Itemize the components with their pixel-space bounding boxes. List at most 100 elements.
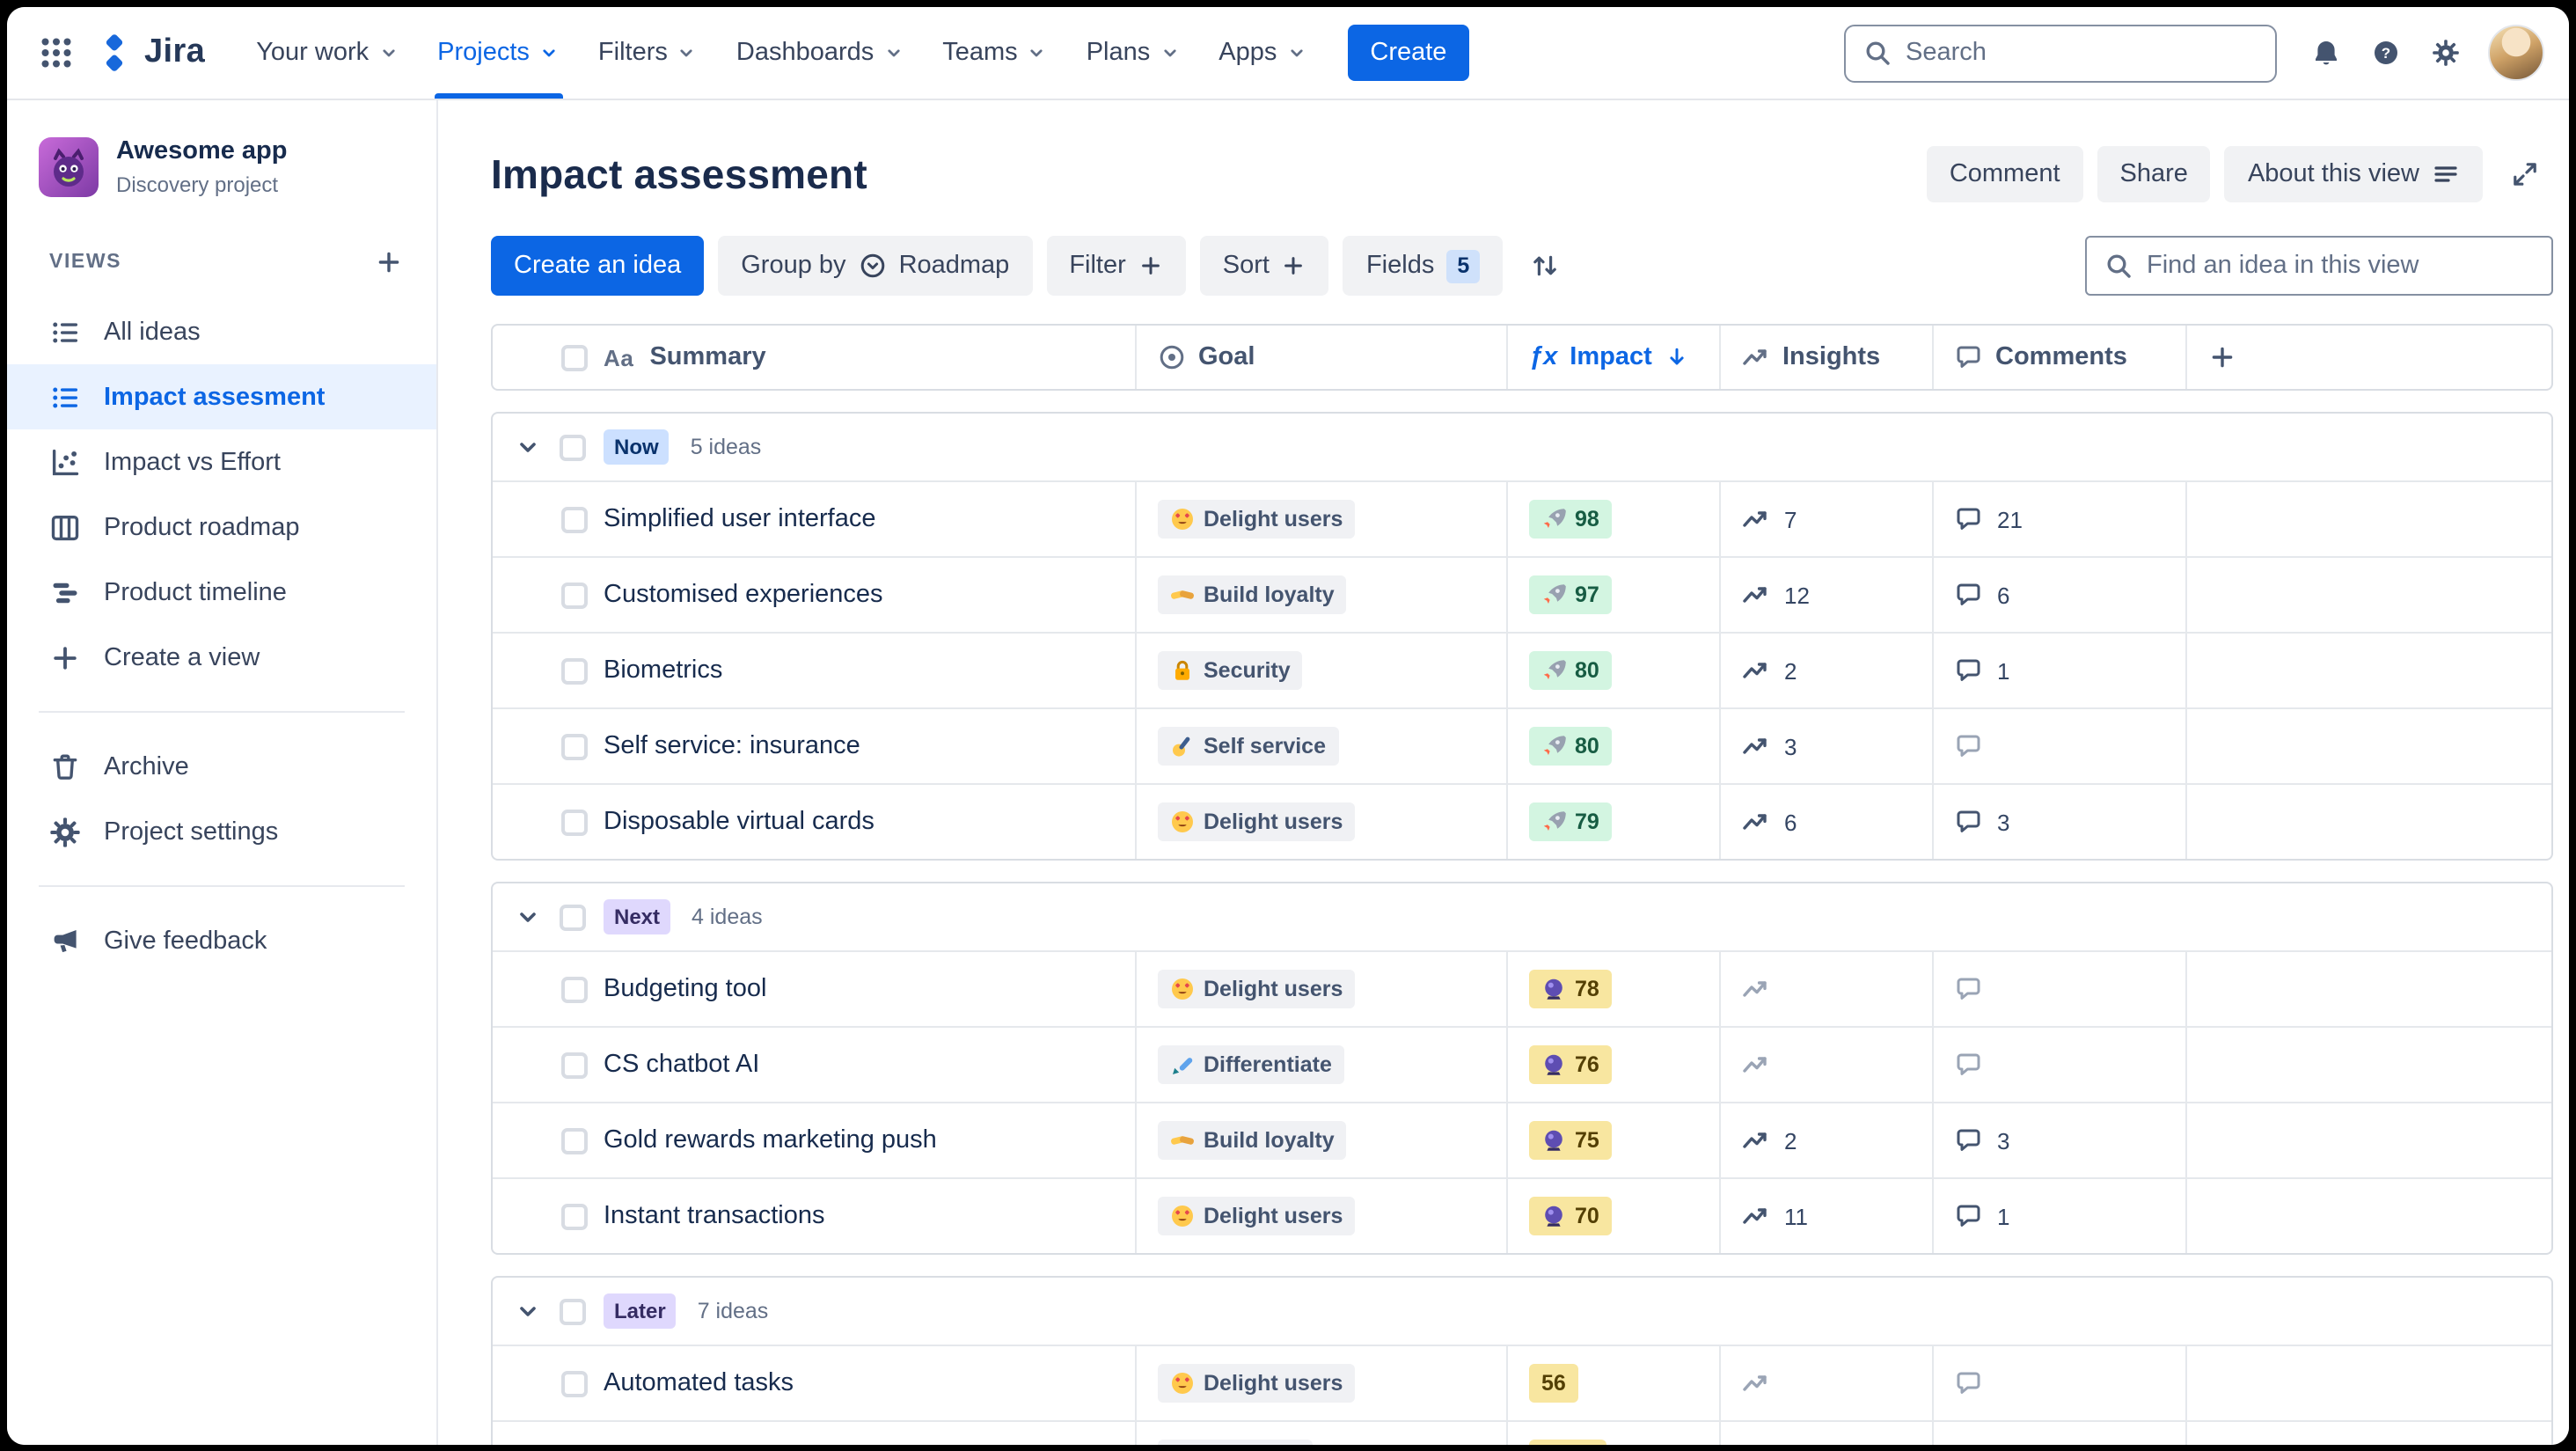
notifications-button[interactable] [2298,25,2354,81]
app-switcher-button[interactable] [28,25,84,81]
row-checkbox[interactable] [561,1052,588,1078]
insights-cell[interactable] [1719,1422,1932,1444]
idea-row[interactable]: Simplified user interface Delight users 98… [493,480,2551,556]
idea-row[interactable]: Customised experiences Build loyalty 97 12 6 [493,556,2551,632]
impact-score-chip[interactable]: 97 [1529,575,1612,614]
help-button[interactable]: ? [2358,25,2414,81]
sidebar-item-give-feedback[interactable]: Give feedback [7,908,436,973]
collapse-group-icon[interactable] [514,903,542,931]
comments-cell[interactable] [1932,709,2185,783]
idea-row[interactable]: Automated tasks Delight users 56 [493,1345,2551,1420]
user-avatar[interactable] [2488,25,2544,81]
summary-cell[interactable]: Budgeting tool [493,952,1135,1026]
goal-cell[interactable]: Differentiate [1135,1028,1506,1102]
goal-cell[interactable]: Delight users [1135,1346,1506,1420]
insights-cell[interactable] [1719,1346,1932,1420]
sidebar-item-archive[interactable]: Archive [7,734,436,799]
goal-chip[interactable]: Build loyalty [1158,575,1347,614]
idea-row[interactable]: Self service: insurance Self service 80 3 [493,707,2551,783]
comments-cell[interactable] [1932,1028,2185,1102]
header-checkbox[interactable] [561,344,588,370]
comments-cell[interactable] [1932,952,2185,1026]
summary-cell[interactable]: Simplified user interface [493,482,1135,556]
collapse-group-icon[interactable] [514,433,542,461]
add-column-header[interactable] [2185,326,2551,389]
group-header[interactable]: Now 5 ideas [493,414,2551,480]
impact-score-chip[interactable]: 75 [1529,1121,1612,1160]
global-search-input[interactable] [1906,39,2258,67]
goal-chip[interactable]: Delight users [1158,500,1356,539]
impact-score-chip[interactable]: 78 [1529,970,1612,1008]
sidebar-item-project-settings[interactable]: Project settings [7,799,436,864]
goal-chip[interactable]: Delight users [1158,1197,1356,1235]
goal-cell[interactable]: Delight users [1135,1179,1506,1253]
impact-cell[interactable]: 78 [1506,952,1719,1026]
goal-chip[interactable]: Security [1158,651,1303,690]
group-header[interactable]: Next 4 ideas [493,883,2551,950]
row-checkbox[interactable] [561,976,588,1002]
impact-cell[interactable]: 97 [1506,558,1719,632]
goal-chip[interactable]: Delight users [1158,970,1356,1008]
column-header-insights[interactable]: Insights [1719,326,1932,389]
goal-chip[interactable]: Differentiate [1158,1045,1344,1084]
global-search[interactable] [1844,24,2277,82]
add-view-button[interactable] [366,239,412,285]
find-idea-search[interactable] [2085,236,2553,296]
comments-cell[interactable]: 21 [1932,482,2185,556]
impact-cell[interactable]: 70 [1506,1179,1719,1253]
row-checkbox[interactable] [561,733,588,759]
impact-score-chip[interactable]: 70 [1529,1197,1612,1235]
row-checkbox[interactable] [561,657,588,684]
impact-cell[interactable]: 80 [1506,709,1719,783]
goal-cell[interactable]: Delight users [1135,482,1506,556]
impact-score-chip[interactable]: 76 [1529,1045,1612,1084]
sidebar-item-create-a-view[interactable]: Create a view [7,625,436,690]
column-header-impact[interactable]: ƒx Impact [1506,326,1719,389]
insights-cell[interactable]: 7 [1719,482,1932,556]
goal-cell[interactable]: Build loyalty [1135,558,1506,632]
group-by-button[interactable]: Group by Roadmap [718,236,1033,296]
find-idea-input[interactable] [2147,252,2534,280]
insights-cell[interactable]: 2 [1719,634,1932,707]
sidebar-item-all-ideas[interactable]: All ideas [7,299,436,364]
goal-cell[interactable]: Self service [1135,709,1506,783]
fields-button[interactable]: Fields 5 [1343,236,1504,296]
row-checkbox[interactable] [561,506,588,532]
impact-cell[interactable]: 76 [1506,1028,1719,1102]
row-checkbox[interactable] [561,1370,588,1396]
insights-cell[interactable]: 3 [1719,709,1932,783]
idea-row[interactable]: Instant transactions Delight users 70 11 1 [493,1177,2551,1253]
summary-cell[interactable]: Instant transactions [493,1179,1135,1253]
nav-menu-apps[interactable]: Apps [1199,7,1326,99]
impact-score-chip[interactable] [1529,1440,1606,1444]
sort-button[interactable]: Sort [1199,236,1329,296]
goal-cell[interactable] [1135,1422,1506,1444]
idea-row[interactable]: CS chatbot AI Differentiate 76 [493,1026,2551,1102]
create-idea-button[interactable]: Create an idea [491,236,705,296]
insights-cell[interactable]: 11 [1719,1179,1932,1253]
nav-menu-your-work[interactable]: Your work [237,7,418,99]
share-button[interactable]: Share [2097,146,2211,202]
impact-cell[interactable]: 79 [1506,785,1719,859]
nav-menu-projects[interactable]: Projects [418,7,579,99]
goal-cell[interactable]: Delight users [1135,952,1506,1026]
comments-cell[interactable] [1932,1422,2185,1444]
jira-logo[interactable]: Jira [88,33,219,72]
create-button[interactable]: Create [1347,25,1470,81]
sidebar-item-product-timeline[interactable]: Product timeline [7,560,436,625]
column-header-comments[interactable]: Comments [1932,326,2185,389]
comments-cell[interactable]: 1 [1932,634,2185,707]
idea-row[interactable]: Biometrics Security 80 2 1 [493,632,2551,707]
insights-cell[interactable] [1719,952,1932,1026]
comments-cell[interactable]: 3 [1932,785,2185,859]
group-checkbox[interactable] [560,434,586,460]
idea-row[interactable]: Disposable virtual cards Delight users 79 6… [493,783,2551,859]
expand-view-button[interactable] [2497,146,2553,202]
impact-score-chip[interactable]: 98 [1529,500,1612,539]
impact-cell[interactable] [1506,1422,1719,1444]
goal-chip[interactable]: Delight users [1158,1364,1356,1403]
goal-chip[interactable] [1158,1440,1313,1444]
impact-cell[interactable]: 98 [1506,482,1719,556]
goal-cell[interactable]: Delight users [1135,785,1506,859]
settings-button[interactable] [2418,25,2474,81]
